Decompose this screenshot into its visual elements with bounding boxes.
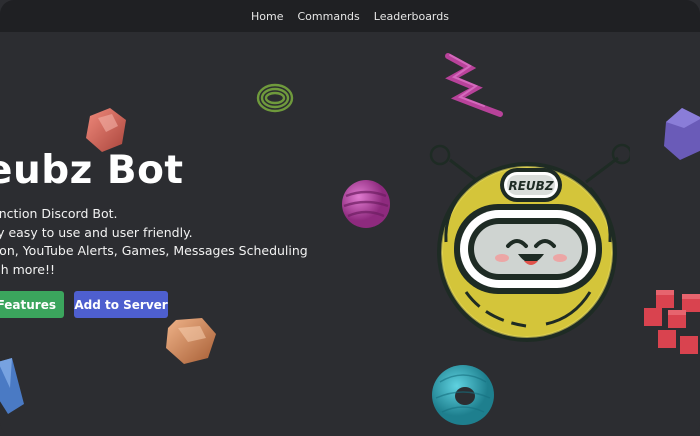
nav-leaderboards[interactable]: Leaderboards bbox=[374, 10, 449, 23]
reubz-mascot-icon: REUBZ bbox=[429, 143, 630, 342]
view-features-button[interactable]: v Features bbox=[0, 291, 64, 318]
teal-torus-icon bbox=[432, 365, 494, 425]
blue-crystal-icon bbox=[0, 358, 24, 414]
green-spring-icon bbox=[256, 83, 294, 113]
top-navbar: Home Commands Leaderboards bbox=[0, 0, 700, 32]
description-line: tifunction Discord Bot. bbox=[0, 206, 118, 221]
mascot-label: REUBZ bbox=[508, 179, 553, 193]
pink-spring-icon bbox=[445, 53, 503, 117]
description-line: nely easy to use and user friendly. bbox=[0, 224, 193, 240]
red-cubes-icon bbox=[644, 290, 700, 354]
hero-description: tifunction Discord Bot. nely easy to use… bbox=[0, 205, 308, 279]
description-line: nuch more!! bbox=[0, 261, 56, 277]
nav-home[interactable]: Home bbox=[251, 10, 283, 23]
page: Home Commands Leaderboards REUBZ eubz Bo… bbox=[0, 0, 700, 436]
description-line: ration, YouTube Alerts, Games, Messages … bbox=[0, 243, 308, 258]
orange-gem-icon bbox=[166, 318, 216, 364]
purple-cube-icon bbox=[664, 108, 700, 160]
magenta-sphere-icon bbox=[342, 180, 390, 228]
add-to-server-button[interactable]: Add to Server bbox=[74, 291, 168, 318]
hero-title: eubz Bot bbox=[0, 148, 184, 193]
nav-commands[interactable]: Commands bbox=[297, 10, 359, 23]
